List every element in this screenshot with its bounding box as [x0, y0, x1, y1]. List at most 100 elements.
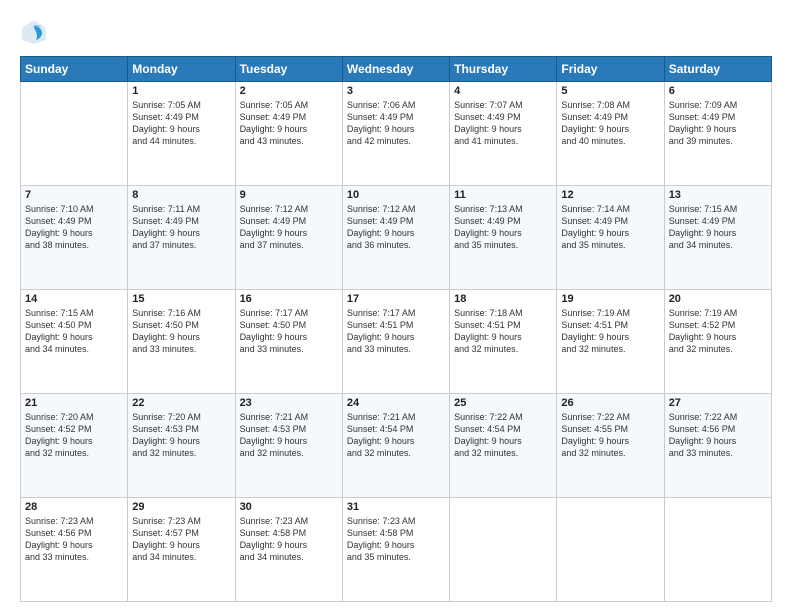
col-header-sunday: Sunday — [21, 57, 128, 82]
day-info: Sunrise: 7:10 AM Sunset: 4:49 PM Dayligh… — [25, 203, 123, 252]
day-info: Sunrise: 7:15 AM Sunset: 4:50 PM Dayligh… — [25, 307, 123, 356]
calendar-cell: 11Sunrise: 7:13 AM Sunset: 4:49 PM Dayli… — [450, 186, 557, 290]
calendar-cell: 14 Sunrise: 7:15 AM Sunset: 4:50 PM Dayli… — [21, 290, 128, 394]
page: SundayMondayTuesdayWednesdayThursdayFrid… — [0, 0, 792, 612]
calendar-table: SundayMondayTuesdayWednesdayThursdayFrid… — [20, 56, 772, 602]
calendar-cell: 2 Sunrise: 7:05 AM Sunset: 4:49 PM Daylig… — [235, 82, 342, 186]
col-header-tuesday: Tuesday — [235, 57, 342, 82]
day-number: 31 — [347, 501, 445, 513]
day-number: 18 — [454, 293, 552, 305]
day-info: Sunrise: 7:12 AM Sunset: 4:49 PM Dayligh… — [240, 203, 338, 252]
day-number: 25 — [454, 397, 552, 409]
day-number: 24 — [347, 397, 445, 409]
calendar-cell — [450, 498, 557, 602]
day-info: Sunrise: 7:12 AM Sunset: 4:49 PM Dayligh… — [347, 203, 445, 252]
day-number: 5 — [561, 85, 659, 97]
week-row-1: 7 Sunrise: 7:10 AM Sunset: 4:49 PM Daylig… — [21, 186, 772, 290]
day-info: Sunrise: 7:21 AM Sunset: 4:54 PM Dayligh… — [347, 411, 445, 460]
week-row-3: 21 Sunrise: 7:20 AM Sunset: 4:52 PM Dayli… — [21, 394, 772, 498]
day-number: 14 — [25, 293, 123, 305]
day-info: Sunrise: 7:19 AM Sunset: 4:51 PM Dayligh… — [561, 307, 659, 356]
calendar-cell — [21, 82, 128, 186]
logo — [20, 18, 52, 46]
day-info: Sunrise: 7:09 AM Sunset: 4:49 PM Dayligh… — [669, 99, 767, 148]
calendar-cell — [557, 498, 664, 602]
calendar-cell: 12Sunrise: 7:14 AM Sunset: 4:49 PM Dayli… — [557, 186, 664, 290]
day-info: Sunrise: 7:15 AM Sunset: 4:49 PM Dayligh… — [669, 203, 767, 252]
day-number: 26 — [561, 397, 659, 409]
week-row-0: 1 Sunrise: 7:05 AM Sunset: 4:49 PM Daylig… — [21, 82, 772, 186]
day-number: 12 — [561, 189, 659, 201]
day-number: 10 — [347, 189, 445, 201]
day-info: Sunrise: 7:16 AM Sunset: 4:50 PM Dayligh… — [132, 307, 230, 356]
day-info: Sunrise: 7:11 AM Sunset: 4:49 PM Dayligh… — [132, 203, 230, 252]
col-header-friday: Friday — [557, 57, 664, 82]
day-info: Sunrise: 7:22 AM Sunset: 4:56 PM Dayligh… — [669, 411, 767, 460]
day-number: 19 — [561, 293, 659, 305]
day-number: 20 — [669, 293, 767, 305]
calendar-cell: 18 Sunrise: 7:18 AM Sunset: 4:51 PM Dayli… — [450, 290, 557, 394]
calendar-cell: 28 Sunrise: 7:23 AM Sunset: 4:56 PM Dayli… — [21, 498, 128, 602]
col-header-monday: Monday — [128, 57, 235, 82]
calendar-cell: 3Sunrise: 7:06 AM Sunset: 4:49 PM Daylig… — [342, 82, 449, 186]
day-number: 1 — [132, 85, 230, 97]
day-number: 29 — [132, 501, 230, 513]
calendar-cell: 21 Sunrise: 7:20 AM Sunset: 4:52 PM Dayli… — [21, 394, 128, 498]
day-number: 9 — [240, 189, 338, 201]
day-info: Sunrise: 7:23 AM Sunset: 4:56 PM Dayligh… — [25, 515, 123, 564]
day-info: Sunrise: 7:18 AM Sunset: 4:51 PM Dayligh… — [454, 307, 552, 356]
day-number: 6 — [669, 85, 767, 97]
day-info: Sunrise: 7:22 AM Sunset: 4:54 PM Dayligh… — [454, 411, 552, 460]
calendar-header-row: SundayMondayTuesdayWednesdayThursdayFrid… — [21, 57, 772, 82]
logo-icon — [20, 18, 48, 46]
day-info: Sunrise: 7:05 AM Sunset: 4:49 PM Dayligh… — [132, 99, 230, 148]
calendar-cell: 9 Sunrise: 7:12 AM Sunset: 4:49 PM Daylig… — [235, 186, 342, 290]
calendar-cell: 20 Sunrise: 7:19 AM Sunset: 4:52 PM Dayli… — [664, 290, 771, 394]
calendar-cell: 6 Sunrise: 7:09 AM Sunset: 4:49 PM Daylig… — [664, 82, 771, 186]
calendar-cell — [664, 498, 771, 602]
day-info: Sunrise: 7:20 AM Sunset: 4:52 PM Dayligh… — [25, 411, 123, 460]
day-number: 7 — [25, 189, 123, 201]
calendar-cell: 17Sunrise: 7:17 AM Sunset: 4:51 PM Dayli… — [342, 290, 449, 394]
day-info: Sunrise: 7:21 AM Sunset: 4:53 PM Dayligh… — [240, 411, 338, 460]
week-row-4: 28 Sunrise: 7:23 AM Sunset: 4:56 PM Dayli… — [21, 498, 772, 602]
day-number: 15 — [132, 293, 230, 305]
col-header-thursday: Thursday — [450, 57, 557, 82]
day-number: 27 — [669, 397, 767, 409]
day-number: 11 — [454, 189, 552, 201]
day-number: 21 — [25, 397, 123, 409]
day-number: 4 — [454, 85, 552, 97]
day-info: Sunrise: 7:17 AM Sunset: 4:50 PM Dayligh… — [240, 307, 338, 356]
day-number: 30 — [240, 501, 338, 513]
col-header-saturday: Saturday — [664, 57, 771, 82]
header — [20, 18, 772, 46]
calendar-cell: 30Sunrise: 7:23 AM Sunset: 4:58 PM Dayli… — [235, 498, 342, 602]
calendar-cell: 7 Sunrise: 7:10 AM Sunset: 4:49 PM Daylig… — [21, 186, 128, 290]
week-row-2: 14 Sunrise: 7:15 AM Sunset: 4:50 PM Dayli… — [21, 290, 772, 394]
calendar-cell: 15 Sunrise: 7:16 AM Sunset: 4:50 PM Dayli… — [128, 290, 235, 394]
day-number: 22 — [132, 397, 230, 409]
day-number: 13 — [669, 189, 767, 201]
calendar-cell: 22Sunrise: 7:20 AM Sunset: 4:53 PM Dayli… — [128, 394, 235, 498]
day-info: Sunrise: 7:19 AM Sunset: 4:52 PM Dayligh… — [669, 307, 767, 356]
day-info: Sunrise: 7:07 AM Sunset: 4:49 PM Dayligh… — [454, 99, 552, 148]
calendar-cell: 16 Sunrise: 7:17 AM Sunset: 4:50 PM Dayli… — [235, 290, 342, 394]
calendar-cell: 5 Sunrise: 7:08 AM Sunset: 4:49 PM Daylig… — [557, 82, 664, 186]
day-info: Sunrise: 7:05 AM Sunset: 4:49 PM Dayligh… — [240, 99, 338, 148]
calendar-cell: 29Sunrise: 7:23 AM Sunset: 4:57 PM Dayli… — [128, 498, 235, 602]
day-info: Sunrise: 7:23 AM Sunset: 4:58 PM Dayligh… — [347, 515, 445, 564]
calendar-cell: 8 Sunrise: 7:11 AM Sunset: 4:49 PM Daylig… — [128, 186, 235, 290]
day-info: Sunrise: 7:06 AM Sunset: 4:49 PM Dayligh… — [347, 99, 445, 148]
calendar-cell: 1 Sunrise: 7:05 AM Sunset: 4:49 PM Daylig… — [128, 82, 235, 186]
day-info: Sunrise: 7:22 AM Sunset: 4:55 PM Dayligh… — [561, 411, 659, 460]
day-number: 2 — [240, 85, 338, 97]
calendar-cell: 24 Sunrise: 7:21 AM Sunset: 4:54 PM Dayli… — [342, 394, 449, 498]
day-number: 23 — [240, 397, 338, 409]
day-info: Sunrise: 7:08 AM Sunset: 4:49 PM Dayligh… — [561, 99, 659, 148]
day-number: 16 — [240, 293, 338, 305]
calendar-cell: 4 Sunrise: 7:07 AM Sunset: 4:49 PM Daylig… — [450, 82, 557, 186]
day-number: 28 — [25, 501, 123, 513]
day-number: 17 — [347, 293, 445, 305]
day-number: 8 — [132, 189, 230, 201]
calendar-cell: 31 Sunrise: 7:23 AM Sunset: 4:58 PM Dayli… — [342, 498, 449, 602]
